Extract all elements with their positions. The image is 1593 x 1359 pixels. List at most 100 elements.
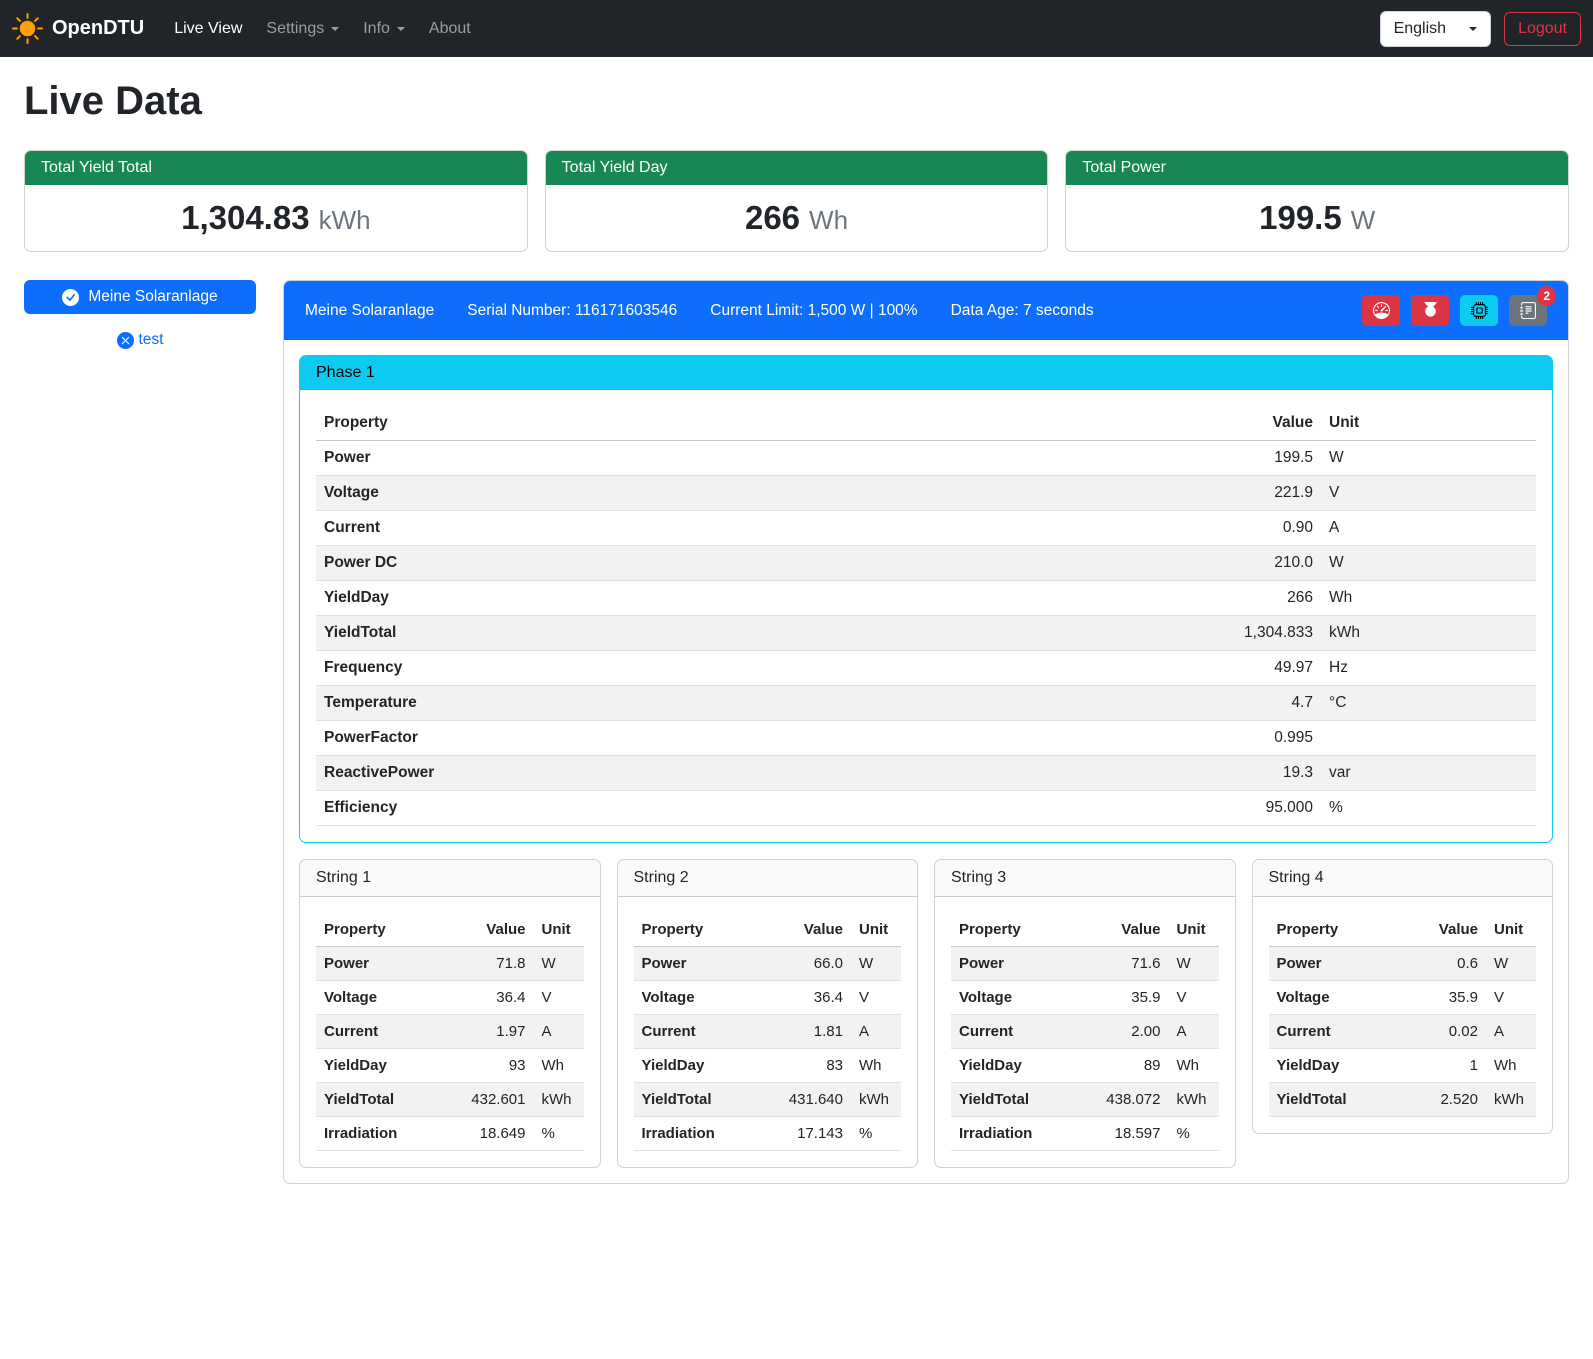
table-row: YieldDay 1 Wh <box>1269 1049 1537 1083</box>
value-cell: 66.0 <box>755 947 851 981</box>
string-card-body: Property Value Unit Power <box>618 897 918 1167</box>
table-row: YieldTotal 1,304.833 kWh <box>316 616 1536 651</box>
value-cell: 199.5 <box>917 441 1321 476</box>
value-cell: 83 <box>755 1049 851 1083</box>
logout-button[interactable]: Logout <box>1504 12 1581 46</box>
unit-cell: kWh <box>1321 616 1536 651</box>
property-cell: Irradiation <box>951 1117 1073 1151</box>
check-circle-icon <box>62 289 79 306</box>
string-card-body: Property Value Unit Power <box>300 897 600 1167</box>
unit-cell: V <box>534 981 584 1015</box>
string-card-body: Property Value Unit Power <box>1253 897 1553 1133</box>
nav-info[interactable]: Info <box>355 12 413 46</box>
unit-cell: V <box>851 981 901 1015</box>
inverter-header-actions: 2 <box>1362 295 1547 326</box>
value-cell: 1,304.833 <box>917 616 1321 651</box>
property-cell: Voltage <box>951 981 1073 1015</box>
set-limit-button[interactable] <box>1362 295 1400 326</box>
value-cell: 4.7 <box>917 686 1321 721</box>
value-cell: 1.97 <box>438 1015 534 1049</box>
card-unit: Wh <box>809 205 848 235</box>
event-log-button[interactable]: 2 <box>1509 295 1547 326</box>
device-info-button[interactable] <box>1460 295 1498 326</box>
property-cell: Voltage <box>634 981 756 1015</box>
nav-live-view[interactable]: Live View <box>166 12 250 46</box>
total-yield-total-card: Total Yield Total 1,304.83kWh <box>24 150 528 252</box>
unit-cell: var <box>1321 756 1536 791</box>
nav-info-label: Info <box>363 20 390 38</box>
inverter-sidebar: Meine Solaranlage test <box>24 280 256 349</box>
table-row: Current 1.81 A <box>634 1015 902 1049</box>
test-inverter-link[interactable]: test <box>24 331 256 349</box>
value-cell: 432.601 <box>438 1083 534 1117</box>
total-power-card: Total Power 199.5W <box>1065 150 1569 252</box>
unit-cell: A <box>851 1015 901 1049</box>
column-unit: Unit <box>1321 406 1536 441</box>
string-table: Property Value Unit Power <box>634 913 902 1151</box>
string-card-title: String 1 <box>300 860 600 897</box>
property-cell: ReactivePower <box>316 756 917 791</box>
table-row: Voltage 221.9 V <box>316 476 1536 511</box>
value-cell: 17.143 <box>755 1117 851 1151</box>
card-unit: kWh <box>319 205 371 235</box>
table-row: YieldDay 266 Wh <box>316 581 1536 616</box>
value-cell: 2.520 <box>1401 1083 1486 1117</box>
summary-cards-row: Total Yield Total 1,304.83kWh Total Yiel… <box>24 150 1569 252</box>
power-toggle-button[interactable] <box>1411 295 1449 326</box>
property-cell: Power <box>316 441 917 476</box>
value-cell: 35.9 <box>1073 981 1169 1015</box>
table-row: Power 71.6 W <box>951 947 1219 981</box>
unit-cell: Wh <box>1321 581 1536 616</box>
table-row: Current 1.97 A <box>316 1015 584 1049</box>
table-row: YieldTotal 2.520 kWh <box>1269 1083 1537 1117</box>
page-title: Live Data <box>24 79 1569 124</box>
inverter-card-header: Meine Solaranlage Serial Number: 1161716… <box>284 281 1568 340</box>
nav-settings[interactable]: Settings <box>258 12 347 46</box>
unit-cell: A <box>534 1015 584 1049</box>
main-row: Meine Solaranlage test Meine Solaranlage… <box>24 280 1569 1184</box>
string-card-title: String 3 <box>935 860 1235 897</box>
unit-cell: Wh <box>1169 1049 1219 1083</box>
value-cell: 35.9 <box>1401 981 1486 1015</box>
unit-cell: V <box>1321 476 1536 511</box>
unit-cell: A <box>1169 1015 1219 1049</box>
table-row: Power 199.5 W <box>316 441 1536 476</box>
unit-cell: °C <box>1321 686 1536 721</box>
property-cell: PowerFactor <box>316 721 917 756</box>
sun-icon <box>12 13 43 44</box>
property-cell: Irradiation <box>634 1117 756 1151</box>
table-row: Current 2.00 A <box>951 1015 1219 1049</box>
string-card-2: String 2 Property Value Unit <box>617 859 919 1168</box>
value-cell: 1 <box>1401 1049 1486 1083</box>
unit-cell: Hz <box>1321 651 1536 686</box>
column-unit: Unit <box>1486 913 1536 947</box>
inverter-card-body: Phase 1 Property Value Unit <box>284 340 1568 1183</box>
brand-link[interactable]: OpenDTU <box>12 13 144 44</box>
unit-cell: kWh <box>1169 1083 1219 1117</box>
nav-about[interactable]: About <box>421 12 479 46</box>
column-value: Value <box>1073 913 1169 947</box>
value-cell: 431.640 <box>755 1083 851 1117</box>
table-row: YieldDay 93 Wh <box>316 1049 584 1083</box>
language-select[interactable]: English <box>1380 11 1491 47</box>
table-row: Efficiency 95.000 % <box>316 791 1536 826</box>
strings-row: String 1 Property Value Unit <box>299 859 1553 1168</box>
navbar: OpenDTU Live View Settings Info About En… <box>0 0 1593 57</box>
value-cell: 71.8 <box>438 947 534 981</box>
property-cell: Voltage <box>316 981 438 1015</box>
value-cell: 93 <box>438 1049 534 1083</box>
phase-panel-body: Property Value Unit Power <box>300 390 1552 842</box>
chevron-down-icon <box>331 27 339 31</box>
table-row: Voltage 36.4 V <box>634 981 902 1015</box>
property-cell: Power <box>634 947 756 981</box>
table-row: Power 0.6 W <box>1269 947 1537 981</box>
table-row: Current 0.02 A <box>1269 1015 1537 1049</box>
chevron-down-icon <box>1469 27 1477 31</box>
table-row: ReactivePower 19.3 var <box>316 756 1536 791</box>
table-row: YieldTotal 431.640 kWh <box>634 1083 902 1117</box>
unit-cell: Wh <box>1486 1049 1536 1083</box>
property-cell: YieldTotal <box>316 616 917 651</box>
value-cell: 0.6 <box>1401 947 1486 981</box>
inverter-select-button[interactable]: Meine Solaranlage <box>24 280 256 314</box>
column-unit: Unit <box>851 913 901 947</box>
